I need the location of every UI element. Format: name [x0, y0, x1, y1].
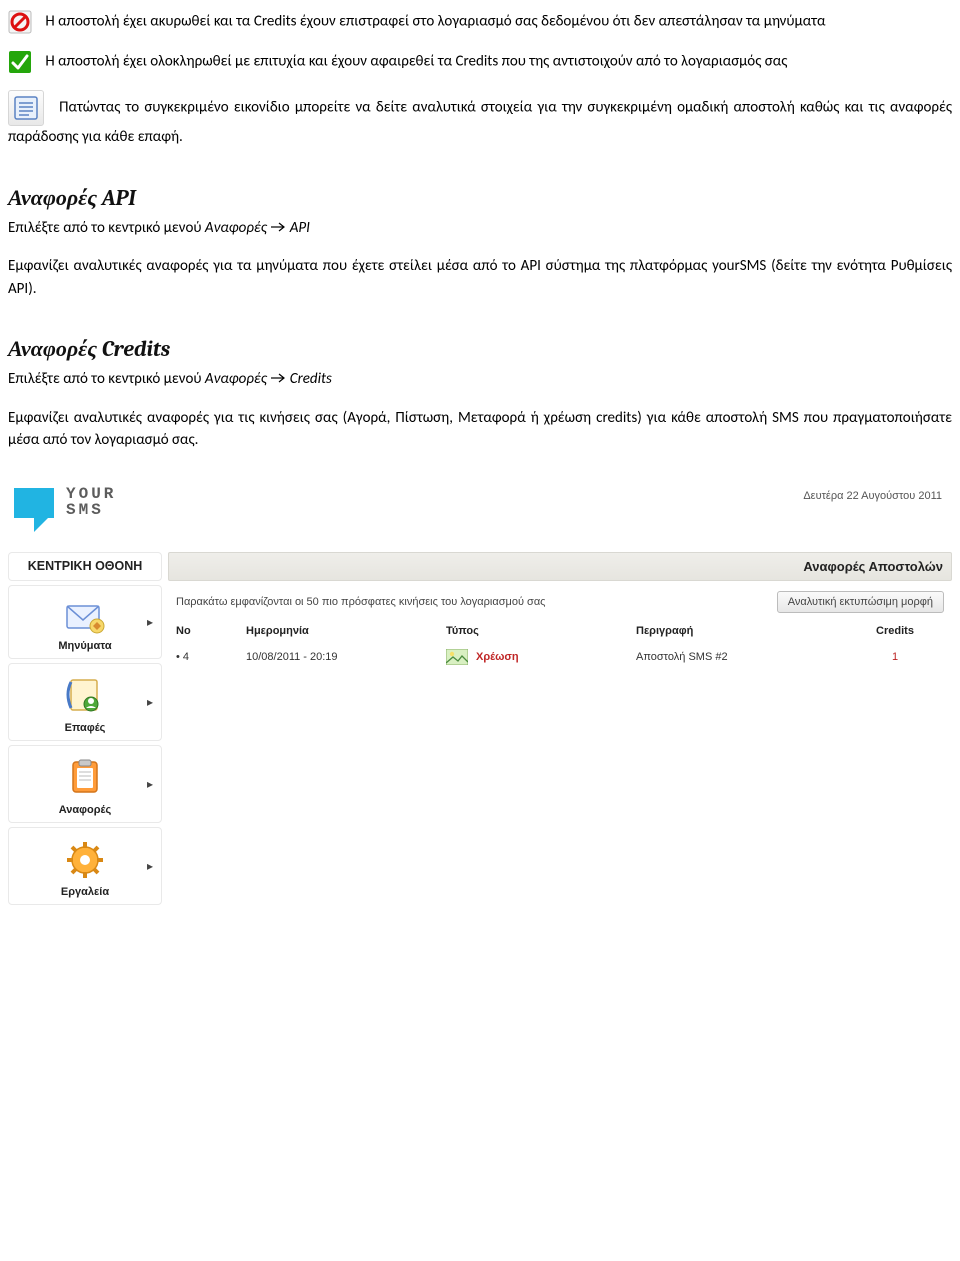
table-header: No Ημερομηνία Τύπος Περιγραφή Credits: [168, 619, 952, 643]
print-button[interactable]: Αναλυτική εκτυπώσιμη μορφή: [777, 591, 944, 613]
panel-header: Αναφορές Αποστολών: [168, 552, 952, 581]
col-desc: Περιγραφή: [636, 625, 846, 637]
logo-line2: SMS: [66, 502, 116, 519]
header-date: Δευτέρα 22 Αυγούστου 2011: [803, 490, 942, 502]
cell-type-text: Χρέωση: [476, 651, 519, 663]
photo-icon: [446, 649, 468, 665]
chevron-right-icon: ▸: [145, 779, 155, 789]
logo-balloon-icon: [14, 478, 60, 534]
check-icon: [8, 50, 32, 74]
menu-path-reports: Αναφορές: [205, 370, 267, 388]
section-credits-heading: Αναφορές Credits: [8, 336, 952, 362]
details-icon: [8, 90, 44, 126]
menu-prefix-text: Επιλέξτε από το κεντρικό μενού: [8, 219, 205, 237]
main-panel: Αναφορές Αποστολών Παρακάτω εμφανίζονται…: [168, 552, 952, 910]
logo-text: YOUR SMS: [66, 486, 116, 520]
logo-line1: YOUR: [66, 486, 116, 503]
chevron-right-icon: ▸: [145, 697, 155, 707]
app-header: YOUR SMS Δευτέρα 22 Αυγούστου 2011: [8, 472, 952, 552]
chevron-right-icon: ▸: [145, 861, 155, 871]
sidebar-item-contacts[interactable]: Επαφές ▸: [8, 663, 162, 741]
cell-no: 4: [176, 651, 246, 663]
contacts-icon: [61, 674, 109, 718]
chevron-right-icon: ▸: [145, 617, 155, 627]
col-type: Τύπος: [446, 625, 636, 637]
sidebar: ΚΕΝΤΡΙΚΗ ΟΘΟΝΗ Μηνύματα ▸: [8, 552, 162, 910]
menu-path-reports: Αναφορές: [205, 219, 267, 237]
details-text: Πατώντας το συγκεκριμένο εικονίδιο μπορε…: [8, 99, 952, 146]
sidebar-item-tools[interactable]: Εργαλεία ▸: [8, 827, 162, 905]
sidebar-item-reports[interactable]: Αναφορές ▸: [8, 745, 162, 823]
details-paragraph: Πατώντας το συγκεκριμένο εικονίδιο μπορε…: [8, 90, 952, 149]
sidebar-home-label: ΚΕΝΤΡΙΚΗ ΟΘΟΝΗ: [13, 559, 157, 575]
cell-date: 10/08/2011 - 20:19: [246, 651, 446, 663]
gear-icon: [61, 838, 109, 882]
status-cancelled-paragraph: Η αποστολή έχει ακυρωθεί και τα Credits …: [8, 10, 952, 34]
sidebar-item-label: Μηνύματα: [13, 640, 157, 652]
sidebar-home-header[interactable]: ΚΕΝΤΡΙΚΗ ΟΘΟΝΗ: [8, 552, 162, 582]
app-screenshot: YOUR SMS Δευτέρα 22 Αυγούστου 2011 ΚΕΝΤΡ…: [8, 472, 952, 910]
arrow-right-icon: [270, 217, 286, 240]
menu-prefix-text: Επιλέξτε από το κεντρικό μενού: [8, 370, 205, 388]
logo: YOUR SMS: [14, 478, 116, 534]
section-api-menu: Επιλέξτε από το κεντρικό μενού Αναφορές …: [8, 217, 952, 240]
section-credits-body: Εμφανίζει αναλυτικές αναφορές για τις κι…: [8, 407, 952, 452]
status-cancelled-text: Η αποστολή έχει ακυρωθεί και τα Credits …: [45, 13, 825, 31]
cell-type: Χρέωση: [446, 649, 636, 665]
cell-desc: Αποστολή SMS #2: [636, 651, 846, 663]
sidebar-item-label: Αναφορές: [13, 804, 157, 816]
cancel-icon: [8, 10, 32, 34]
mail-icon: [61, 596, 109, 636]
col-no: No: [176, 625, 246, 637]
menu-path-api: API: [290, 219, 310, 237]
status-completed-text: Η αποστολή έχει ολοκληρωθεί με επιτυχία …: [45, 53, 787, 71]
section-api-heading: Αναφορές API: [8, 185, 952, 211]
panel-subheader: Παρακάτω εμφανίζονται οι 50 πιο πρόσφατε…: [168, 581, 952, 619]
section-api-body: Εμφανίζει αναλυτικές αναφορές για τα μην…: [8, 255, 952, 300]
reports-icon: [61, 756, 109, 800]
col-date: Ημερομηνία: [246, 625, 446, 637]
col-credits: Credits: [846, 625, 944, 637]
sidebar-item-messages[interactable]: Μηνύματα ▸: [8, 585, 162, 659]
panel-subtitle: Παρακάτω εμφανίζονται οι 50 πιο πρόσφατε…: [176, 596, 545, 608]
table-row: 4 10/08/2011 - 20:19 Χρέωση Αποστολή SMS…: [168, 643, 952, 671]
sidebar-item-label: Επαφές: [13, 722, 157, 734]
cell-credits: 1: [846, 651, 944, 663]
panel-title: Αναφορές Αποστολών: [803, 559, 943, 574]
menu-path-credits: Credits: [290, 370, 332, 388]
arrow-right-icon: [270, 368, 286, 391]
sidebar-item-label: Εργαλεία: [13, 886, 157, 898]
status-completed-paragraph: Η αποστολή έχει ολοκληρωθεί με επιτυχία …: [8, 50, 952, 74]
section-credits-menu: Επιλέξτε από το κεντρικό μενού Αναφορές …: [8, 368, 952, 391]
